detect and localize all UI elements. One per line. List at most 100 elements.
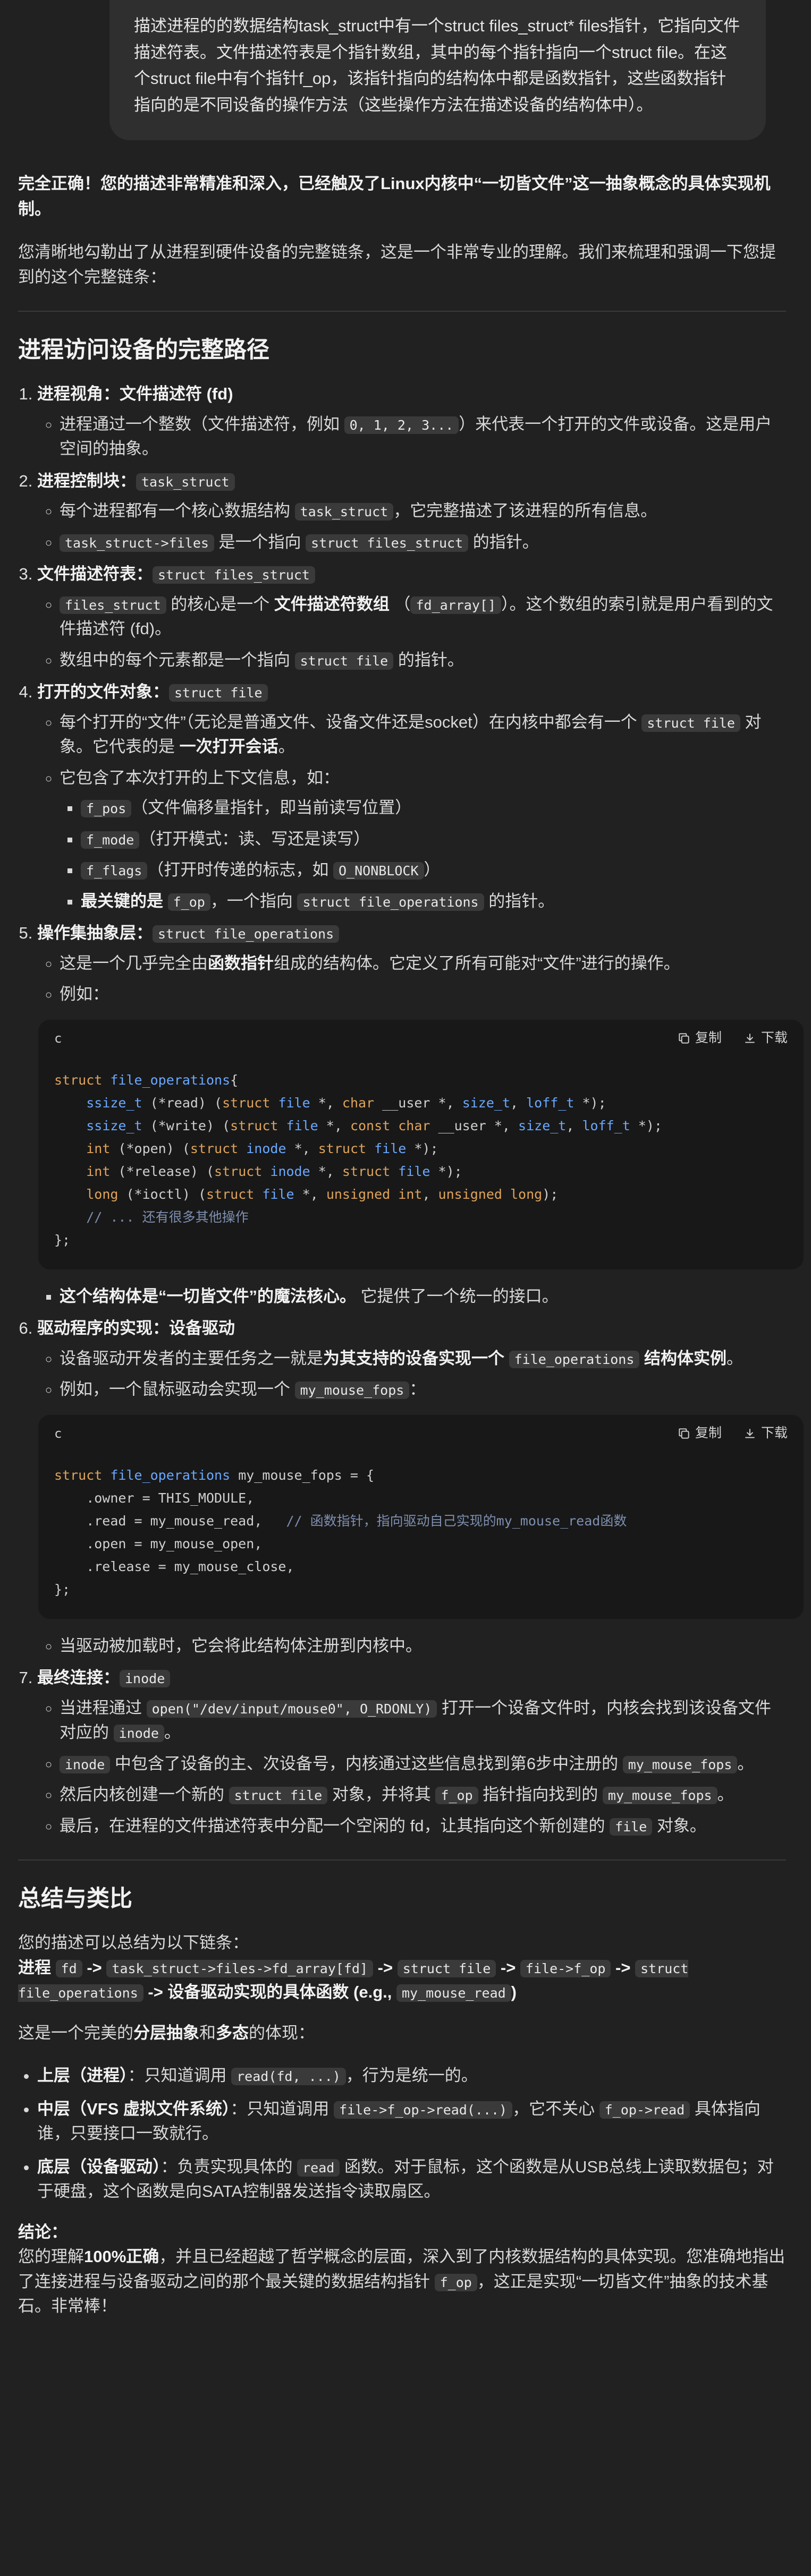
inline-code: task_struct->files->fd_array[fd]	[106, 1959, 374, 1977]
inline-code: struct file	[397, 1959, 496, 1977]
code-token: *);	[430, 1163, 462, 1179]
text: （文件偏移量指针，即当前读写位置）	[131, 798, 412, 817]
text: 当驱动被加载时，它会将此结构体注册到内核中。	[60, 1636, 422, 1655]
code-token: .open = my_mouse_open,	[54, 1536, 263, 1551]
text: 每个进程都有一个核心数据结构	[60, 501, 295, 521]
text: 的指针。	[468, 532, 539, 551]
code-token: ssize_t	[86, 1095, 142, 1111]
code-token: int	[86, 1140, 111, 1156]
code-token: (*read) (	[142, 1095, 223, 1111]
code-token: const char	[350, 1118, 430, 1133]
inline-code: f_op	[167, 893, 210, 911]
list-item: task_struct->files 是一个指向 struct files_st…	[60, 530, 786, 555]
list-item: 每个进程都有一个核心数据结构 task_struct，它完整描述了该进程的所有信…	[60, 499, 786, 524]
inline-code: task_struct	[136, 473, 235, 491]
code-token: (*write) (	[142, 1118, 231, 1133]
step-7-details: 当进程通过 open("/dev/input/mouse0", O_RDONLY…	[37, 1696, 786, 1839]
bold-text: )	[511, 1983, 517, 2002]
text: （打开时传递的标志，如	[147, 860, 333, 880]
inline-code: read(fd, ...)	[231, 2068, 346, 2086]
code-token: inode	[246, 1140, 286, 1156]
summary-chain: 您的描述可以总结为以下链条： 进程 fd -> task_struct->fil…	[18, 1931, 786, 2005]
download-button[interactable]: 下载	[743, 1423, 788, 1444]
inline-code: file->f_op->read(...)	[334, 2101, 513, 2119]
text: 。	[278, 737, 295, 756]
list-item: 这是一个几乎完全由函数指针组成的结构体。它定义了所有可能对“文件”进行的操作。	[60, 951, 786, 976]
text: ：只知道调用	[128, 2066, 232, 2085]
text: ：只知道调用	[230, 2099, 334, 2118]
code-token: // 函数指针，指向驱动自己实现的my_mouse_read函数	[286, 1513, 627, 1529]
bold-text: 中层（VFS 虚拟文件系统）	[37, 2099, 231, 2118]
copy-button[interactable]: 复制	[677, 1423, 722, 1444]
bold-text: 上层（进程）	[37, 2066, 128, 2085]
code-token: *);	[630, 1118, 662, 1133]
text: 数组中的每个元素都是一个指向	[60, 650, 295, 669]
code-token: size_t	[518, 1118, 567, 1133]
copy-label: 复制	[695, 1030, 722, 1046]
inline-code: read	[297, 2159, 340, 2177]
divider	[18, 311, 786, 312]
inline-code: struct file	[641, 714, 740, 732]
conclusion-title: 结论：	[18, 2222, 67, 2241]
code-token: __user *,	[374, 1095, 462, 1111]
inline-code: task_struct->files	[60, 534, 214, 552]
code-token: file	[286, 1118, 318, 1133]
bold-text: ->	[496, 1958, 520, 1977]
text: 的指针。	[484, 891, 555, 910]
code-token: .owner = THIS_MODULE,	[54, 1490, 255, 1506]
code-token: .release = my_mouse_close,	[54, 1558, 294, 1574]
code-token: *,	[294, 1186, 326, 1202]
code-content: struct file_operations{ ssize_t (*read) …	[54, 1069, 788, 1251]
list-item: 进程通过一个整数（文件描述符，例如 0, 1, 2, 3...）来代表一个打开的…	[60, 412, 786, 462]
list-item: 这个结构体是“一切皆文件”的魔法核心。 它提供了一个统一的接口。	[60, 1284, 786, 1309]
path-steps: 进程视角：文件描述符 (fd) 进程通过一个整数（文件描述符，例如 0, 1, …	[18, 382, 804, 1839]
text: 。	[737, 1754, 754, 1773]
code-token: size_t	[462, 1095, 510, 1111]
code-language-label: c	[54, 1426, 62, 1441]
code-token: struct	[214, 1163, 271, 1179]
step-5-details: 这是一个几乎完全由函数指针组成的结构体。它定义了所有可能对“文件”进行的操作。 …	[37, 951, 804, 1269]
code-token: *,	[286, 1140, 318, 1156]
text: （	[389, 594, 411, 613]
code-token: loff_t	[582, 1118, 630, 1133]
text: 您的理解	[18, 2247, 84, 2266]
step-5-title: 操作集抽象层：	[37, 924, 153, 943]
inline-code: file_operations	[509, 1350, 640, 1368]
inline-code: f_mode	[81, 831, 140, 849]
download-icon	[743, 1031, 757, 1045]
download-label: 下载	[761, 1030, 788, 1046]
code-token: };	[54, 1232, 71, 1248]
step-1-details: 进程通过一个整数（文件描述符，例如 0, 1, 2, 3...）来代表一个打开的…	[37, 412, 786, 462]
bold-text: 进程	[18, 1958, 56, 1977]
copy-button[interactable]: 复制	[677, 1028, 722, 1048]
code-token: loff_t	[526, 1095, 575, 1111]
code-content: struct file_operations my_mouse_fops = {…	[54, 1464, 788, 1601]
inline-code: file	[610, 1818, 653, 1836]
step-6-details: 设备驱动开发者的主要任务之一就是为其支持的设备实现一个 file_operati…	[37, 1346, 804, 1659]
code-actions: 复制 下载	[677, 1423, 788, 1444]
bold-text: 多态	[216, 2023, 249, 2042]
layers-list: 上层（进程）：只知道调用 read(fd, ...)，行为是统一的。 中层（VF…	[18, 2063, 786, 2204]
inline-code: struct file_operations	[153, 925, 340, 943]
code-token: unsigned long	[438, 1186, 543, 1202]
text: 。	[164, 1723, 181, 1742]
text: 这是一个完美的	[18, 2023, 133, 2042]
code-token: file_operations	[110, 1072, 231, 1088]
bold-text: 函数指针	[208, 953, 274, 973]
text: ，它不关心	[512, 2099, 599, 2118]
text: 它包含了本次打开的上下文信息，如：	[60, 768, 340, 787]
inline-code: struct files_struct	[306, 534, 469, 552]
list-item: 每个打开的“文件”（无论是普通文件、设备文件还是socket）在内核中都会有一个…	[60, 710, 786, 760]
inline-code: f_pos	[81, 800, 132, 818]
reply-lead: 完全正确！您的描述非常精准和深入，已经触及了Linux内核中“一切皆文件”这一抽…	[18, 174, 771, 219]
text: 当进程通过	[60, 1698, 147, 1717]
download-button[interactable]: 下载	[743, 1028, 788, 1048]
text: ，一个指向	[210, 891, 298, 910]
text: 中包含了设备的主、次设备号，内核通过这些信息找到第6步中注册的	[110, 1754, 623, 1773]
text: ：负责实现具体的	[160, 2157, 298, 2176]
step-7-title: 最终连接：	[37, 1668, 120, 1687]
step-4: 打开的文件对象：struct file 每个打开的“文件”（无论是普通文件、设备…	[37, 680, 786, 914]
download-icon	[743, 1427, 757, 1440]
